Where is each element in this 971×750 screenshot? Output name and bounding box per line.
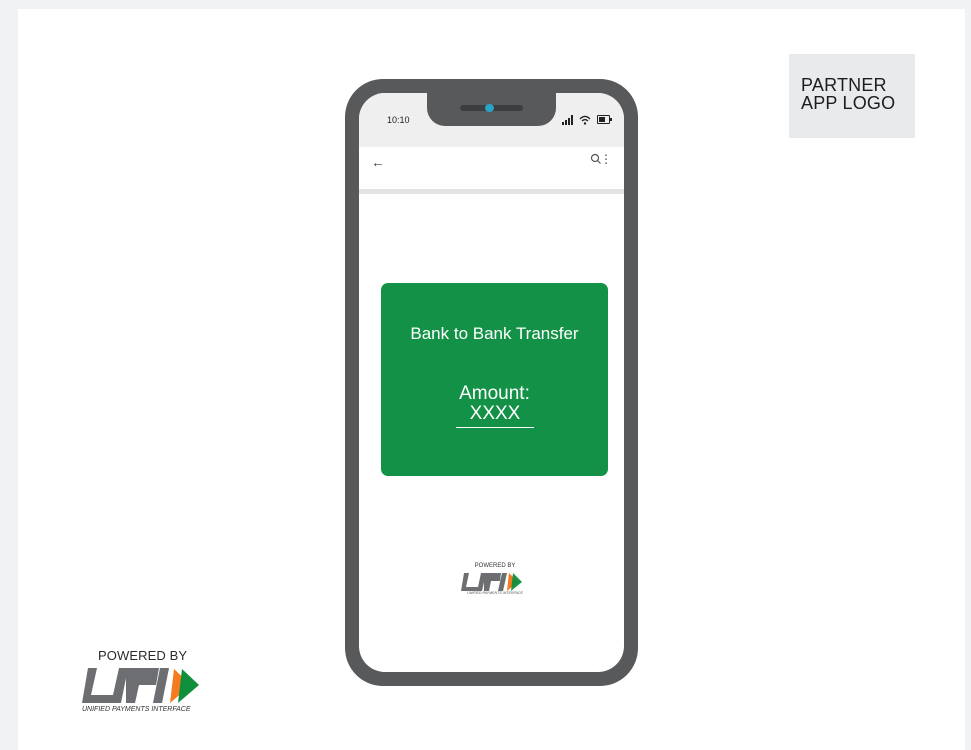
phone-notch [427,93,556,126]
amount-label: Amount: [459,383,530,404]
app-bar-divider [359,189,624,194]
back-arrow-icon[interactable]: ← [371,155,385,169]
upi-wordmark-icon [461,573,522,591]
more-vertical-icon[interactable]: ⋮ [600,152,612,166]
status-bar: 10:10 [359,93,624,147]
transfer-title: Bank to Bank Transfer [410,324,579,343]
upi-logo-large: POWERED BY UNIFIED PAYMENTS INTERFACE [80,648,220,714]
partner-logo-line2: APP LOGO [801,93,896,113]
phone-screen: 10:10 ← ⋮ Bank to Bank Transfer Amount: … [359,93,624,672]
partner-logo-line1: PARTNER [801,75,887,95]
status-time: 10:10 [387,115,410,125]
transfer-card[interactable]: Bank to Bank Transfer Amount: XXXX [381,283,608,476]
battery-icon [597,115,612,124]
amount-value: XXXX [456,403,534,428]
upi-subtitle: UNIFIED PAYMENTS INTERFACE [82,706,191,713]
camera-icon [485,104,494,112]
upi-wordmark-icon [82,668,199,703]
signal-icon [562,115,573,125]
app-bar: ← ⋮ [359,147,624,189]
upi-logo-small: POWERED BY UNIFIED PAYMENTS INTERFACE [455,563,535,596]
wifi-icon [579,115,591,125]
partner-app-logo: PARTNER APP LOGO [789,54,915,138]
upi-subtitle: UNIFIED PAYMENTS INTERFACE [467,591,523,595]
powered-by-label: POWERED BY [474,563,516,569]
powered-by-label: POWERED BY [98,648,188,663]
phone-mockup: 10:10 ← ⋮ Bank to Bank Transfer Amount: … [345,79,638,686]
status-icons [562,113,612,125]
